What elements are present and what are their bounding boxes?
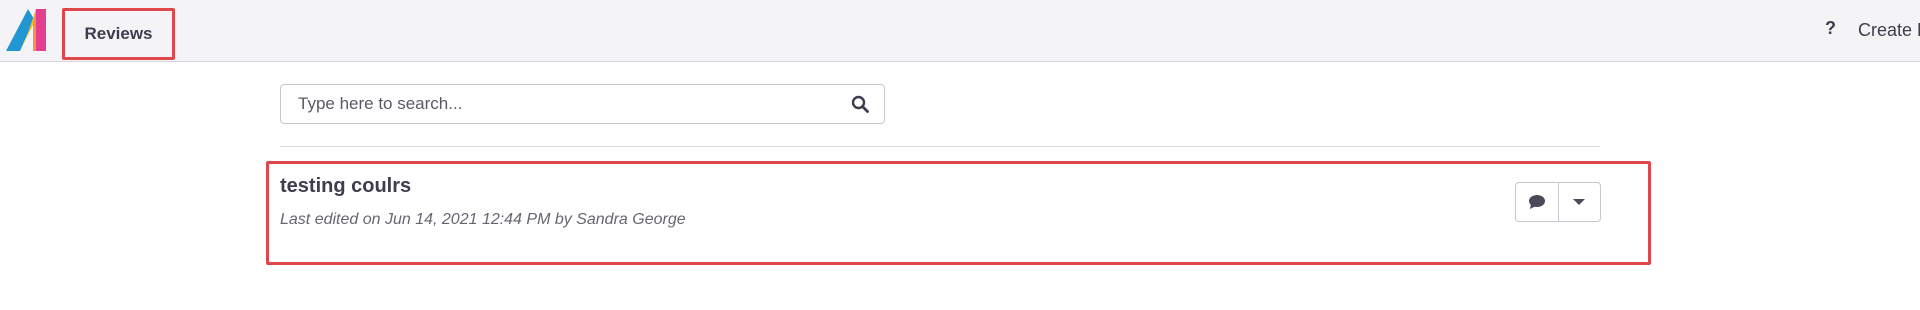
dropdown-button[interactable] bbox=[1557, 183, 1601, 221]
chevron-down-icon bbox=[1573, 199, 1586, 205]
search-icon[interactable] bbox=[851, 95, 869, 113]
comment-button[interactable] bbox=[1516, 183, 1558, 221]
review-meta: Last edited on Jun 14, 2021 12:44 PM by … bbox=[280, 211, 686, 228]
search-input[interactable] bbox=[282, 86, 822, 122]
review-title[interactable]: testing coulrs bbox=[280, 175, 411, 198]
search-bar bbox=[280, 84, 885, 124]
top-navigation-bar: Reviews ? Create B bbox=[0, 0, 1920, 62]
divider bbox=[280, 146, 1600, 147]
review-actions bbox=[1515, 182, 1601, 222]
create-link[interactable]: Create B bbox=[1858, 20, 1920, 41]
app-logo-icon[interactable] bbox=[6, 9, 46, 51]
comment-icon bbox=[1528, 195, 1545, 209]
nav-tab-reviews[interactable]: Reviews bbox=[62, 8, 175, 60]
help-icon[interactable]: ? bbox=[1825, 18, 1836, 39]
